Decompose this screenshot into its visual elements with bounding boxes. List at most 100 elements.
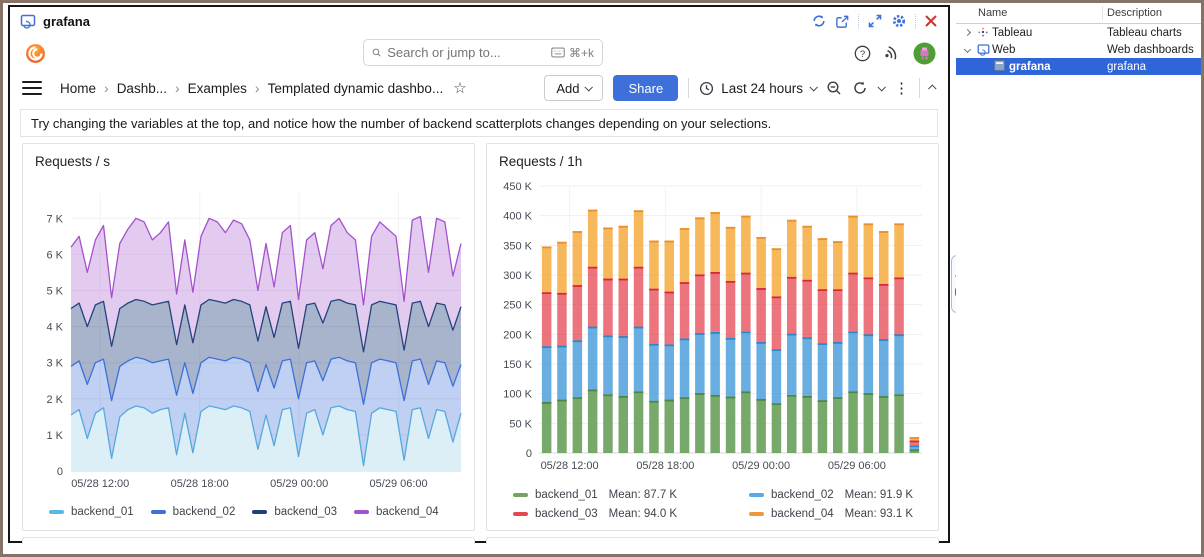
column-header-description: Description <box>1107 7 1162 19</box>
tree-row-Web[interactable]: Web Web dashboards <box>956 41 1201 58</box>
refresh-interval-chevron-icon[interactable] <box>877 83 885 91</box>
news-rss-icon[interactable] <box>884 45 900 61</box>
browser-window-icon <box>20 13 36 29</box>
legend-label: backend_02 <box>173 506 236 518</box>
svg-text:05/29 00:00: 05/29 00:00 <box>270 478 328 490</box>
svg-text:05/29 06:00: 05/29 06:00 <box>828 460 886 472</box>
more-options-icon[interactable]: ⋮ <box>894 81 909 96</box>
svg-text:100 K: 100 K <box>503 389 532 401</box>
window-title: grafana <box>43 14 90 29</box>
settings-gear-icon[interactable] <box>891 13 907 29</box>
row-description: grafana <box>1107 61 1146 73</box>
legend-swatch <box>151 510 166 514</box>
legend-swatch <box>49 510 64 514</box>
legend-swatch <box>513 512 528 516</box>
breadcrumb: Home›Dashb...›Examples›Templated dynamic… <box>60 80 443 96</box>
collapse-toolbar-icon[interactable] <box>928 84 936 92</box>
keyboard-icon <box>551 47 565 58</box>
panel-title[interactable]: Requests / 1h <box>495 152 930 173</box>
legend-label: backend_02 <box>771 489 834 501</box>
legend-mean-value: Mean: 94.0 K <box>609 508 677 520</box>
window-titlebar: grafana <box>10 7 948 35</box>
legend-swatch <box>749 493 764 497</box>
timeseries-chart[interactable]: 01 K2 K3 K4 K5 K6 K7 K05/28 12:0005/28 1… <box>31 173 468 503</box>
divider <box>919 78 920 98</box>
legend-label: backend_01 <box>71 506 134 518</box>
breadcrumb-item[interactable]: Home <box>60 81 96 96</box>
web-browser-icon <box>977 43 990 59</box>
divider <box>688 78 689 98</box>
svg-text:150 K: 150 K <box>503 359 532 371</box>
legend-item[interactable]: backend_04Mean: 93.1 K <box>749 508 930 520</box>
search-icon <box>372 46 381 59</box>
svg-text:2 K: 2 K <box>46 394 63 406</box>
sidebar-table-header: Name Description <box>956 3 1201 24</box>
time-range-picker[interactable]: Last 24 hours <box>699 81 816 96</box>
svg-text:5 K: 5 K <box>46 285 63 297</box>
panel-title[interactable]: Requests / s <box>31 152 466 173</box>
legend-item[interactable]: backend_01Mean: 87.7 K <box>513 489 749 501</box>
panel-requests-per-s: Requests / s 01 K2 K3 K4 K5 K6 K7 K05/28… <box>22 143 475 531</box>
sync-icon[interactable] <box>811 13 827 29</box>
help-icon[interactable]: ? <box>854 45 871 62</box>
legend-item[interactable]: backend_02 Mean: 91.9 K <box>749 489 930 501</box>
tree-row-Tableau[interactable]: TableauTableau charts <box>956 24 1201 41</box>
legend-item[interactable]: backend_03 Mean: 94.0 K <box>513 508 749 520</box>
legend-swatch <box>513 493 528 497</box>
search-input[interactable] <box>387 45 545 60</box>
svg-text:05/29 00:00: 05/29 00:00 <box>732 460 790 472</box>
banner-text: Try changing the variables at the top, a… <box>31 116 771 131</box>
share-button[interactable]: Share <box>613 75 678 101</box>
svg-text:250 K: 250 K <box>503 300 532 312</box>
row-name: Web <box>992 44 1015 56</box>
dashboard-toolbar: Home›Dashb...›Examples›Templated dynamic… <box>10 71 948 105</box>
row-description: Web dashboards <box>1107 44 1194 56</box>
zoom-out-icon[interactable] <box>826 80 842 96</box>
legend-item[interactable]: backend_01 <box>49 506 134 518</box>
legend-mean-value: Mean: 91.9 K <box>845 489 913 501</box>
svg-text:200 K: 200 K <box>503 329 532 341</box>
chevron-down-icon <box>809 83 817 91</box>
screen: grafana <box>0 0 1204 557</box>
close-icon[interactable] <box>924 14 938 28</box>
svg-text:05/28 18:00: 05/28 18:00 <box>171 478 229 490</box>
breadcrumb-item[interactable]: Templated dynamic dashbo... <box>268 81 444 96</box>
refresh-icon[interactable] <box>852 80 868 96</box>
svg-text:450 K: 450 K <box>503 181 532 193</box>
legend-item[interactable]: backend_03 <box>252 506 337 518</box>
tree-row-grafana[interactable]: grafanagrafana <box>956 58 1201 75</box>
divider <box>858 14 859 29</box>
legend-item[interactable]: backend_04 <box>354 506 439 518</box>
svg-text:1 K: 1 K <box>46 430 63 442</box>
search-shortcut: ⌘+k <box>551 46 594 60</box>
breadcrumb-separator: › <box>104 80 109 96</box>
breadcrumb-item[interactable]: Examples <box>188 81 247 96</box>
catalog-sidebar: Name Description TableauTableau charts W… <box>956 3 1201 554</box>
svg-text:4 K: 4 K <box>46 322 63 334</box>
favorite-star-icon[interactable]: ☆ <box>453 79 466 97</box>
svg-text:05/28 18:00: 05/28 18:00 <box>636 460 694 472</box>
add-button[interactable]: Add <box>544 75 603 101</box>
menu-icon[interactable] <box>22 81 42 95</box>
fit-window-icon[interactable] <box>867 13 883 29</box>
breadcrumb-item[interactable]: Dashb... <box>117 81 167 96</box>
open-in-browser-icon[interactable] <box>835 14 850 29</box>
tableau-icon <box>977 26 989 41</box>
user-avatar[interactable] <box>913 42 936 65</box>
svg-text:6 K: 6 K <box>46 249 63 261</box>
legend-item[interactable]: backend_02 <box>151 506 236 518</box>
chevron-right-icon[interactable] <box>964 29 971 36</box>
next-row-panel-hint <box>486 537 939 544</box>
svg-text:300 K: 300 K <box>503 270 532 282</box>
window-controls <box>811 13 938 29</box>
search-bar[interactable]: ⌘+k <box>363 39 603 66</box>
legend-swatch <box>354 510 369 514</box>
stacked-bar-chart[interactable]: 050 K100 K150 K200 K250 K300 K350 K400 K… <box>495 173 932 485</box>
legend-label: backend_03 <box>535 508 598 520</box>
svg-text:05/28 12:00: 05/28 12:00 <box>541 460 599 472</box>
chevron-down-icon[interactable] <box>964 46 971 53</box>
grafana-topnav: ⌘+k ? <box>10 35 948 71</box>
chart-legend: backend_01Mean: 87.7 K backend_02 Mean: 91… <box>495 485 930 520</box>
svg-text:05/28 12:00: 05/28 12:00 <box>71 478 129 490</box>
toolbar-actions: Add Share Last 24 hours <box>544 75 936 101</box>
